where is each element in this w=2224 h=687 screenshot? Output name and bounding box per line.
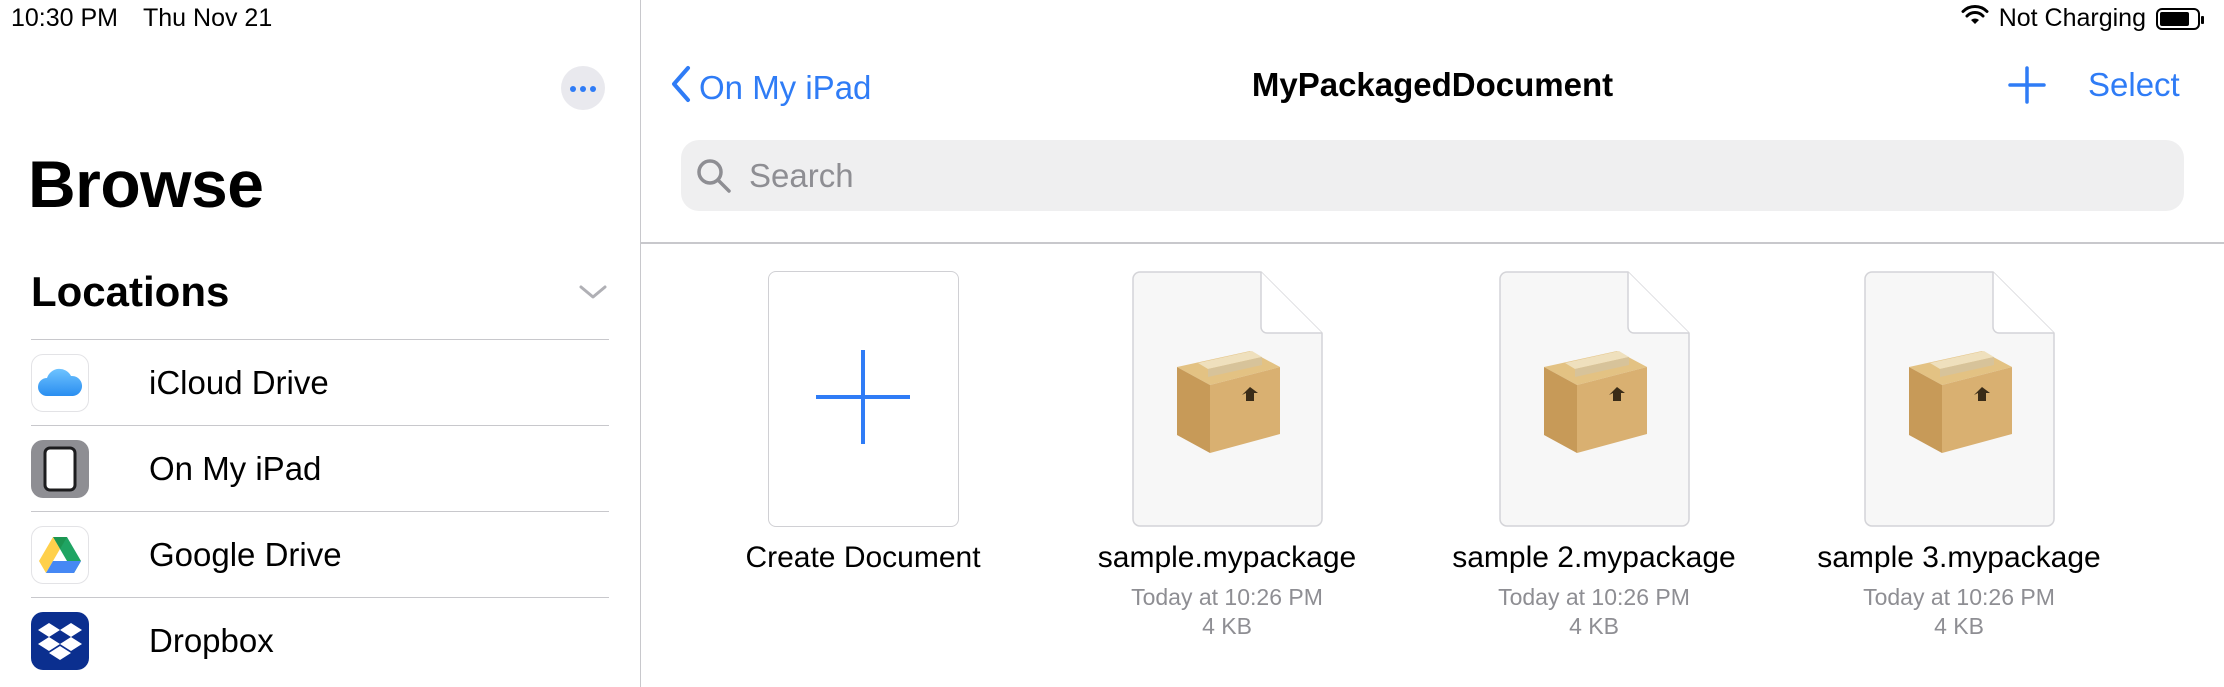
document-name: sample 3.mypackage	[1817, 541, 2101, 574]
package-thumbnail	[1863, 271, 2055, 527]
document-size: 4 KB	[1934, 613, 1984, 639]
document-name: sample.mypackage	[1097, 541, 1357, 574]
location-label: Dropbox	[149, 621, 274, 659]
create-document-item[interactable]: Create Document	[698, 271, 1028, 575]
document-size: 4 KB	[1202, 613, 1252, 639]
page-title: MyPackagedDocument	[1251, 66, 1614, 103]
select-button[interactable]: Select	[2088, 66, 2180, 104]
locations-list: iCloud Drive On My iPad Google Drive Dro…	[31, 339, 609, 683]
document-name: Create Document	[745, 541, 981, 574]
sidebar: Browse Locations iCloud Drive On My iPad	[0, 0, 641, 687]
document-date: Today at 10:26 PM	[1131, 584, 1323, 610]
package-thumbnail	[1498, 271, 1690, 527]
location-item-icloud-drive[interactable]: iCloud Drive	[31, 339, 609, 425]
chevron-down-icon[interactable]	[578, 284, 608, 305]
document-date: Today at 10:26 PM	[1498, 584, 1690, 610]
more-options-button[interactable]	[561, 66, 605, 110]
search-field[interactable]: Search	[681, 140, 2184, 211]
package-thumbnail	[1131, 271, 1323, 527]
package-box-icon	[1176, 351, 1280, 453]
add-icon[interactable]	[2008, 66, 2046, 109]
package-box-icon	[1543, 351, 1647, 453]
location-item-dropbox[interactable]: Dropbox	[31, 597, 609, 683]
document-size: 4 KB	[1569, 613, 1619, 639]
location-label: Google Drive	[149, 535, 342, 573]
search-icon	[696, 158, 732, 194]
google-drive-icon	[31, 525, 89, 584]
location-item-google-drive[interactable]: Google Drive	[31, 511, 609, 597]
divider	[641, 242, 2224, 244]
locations-header[interactable]: Locations	[31, 268, 229, 316]
dropbox-icon	[31, 611, 89, 670]
search-placeholder: Search	[749, 156, 854, 194]
location-label: iCloud Drive	[149, 363, 329, 401]
document-date: Today at 10:26 PM	[1863, 584, 2055, 610]
icloud-drive-icon	[31, 353, 89, 412]
create-document-thumbnail	[767, 271, 959, 527]
document-item[interactable]: sample 2.mypackage Today at 10:26 PM 4 K…	[1429, 271, 1759, 641]
document-item[interactable]: sample.mypackage Today at 10:26 PM 4 KB	[1062, 271, 1392, 641]
location-label: On My iPad	[149, 449, 322, 487]
document-name: sample 2.mypackage	[1452, 541, 1736, 574]
package-box-icon	[1908, 351, 2012, 453]
main-content: On My iPad MyPackagedDocument Select Sea…	[641, 0, 2224, 687]
ellipsis-icon	[570, 79, 596, 97]
ipad-icon	[31, 439, 89, 498]
plus-icon	[813, 347, 913, 452]
document-item[interactable]: sample 3.mypackage Today at 10:26 PM 4 K…	[1794, 271, 2124, 641]
location-item-on-my-ipad[interactable]: On My iPad	[31, 425, 609, 511]
browse-title: Browse	[28, 147, 264, 221]
